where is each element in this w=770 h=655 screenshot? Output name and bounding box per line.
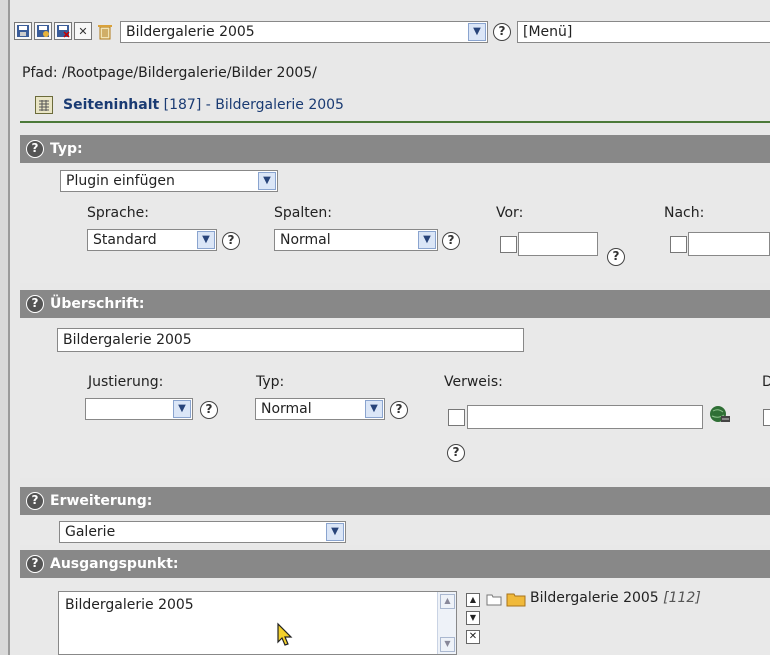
help-icon[interactable]: ? (447, 444, 465, 462)
page-select[interactable]: Bildergalerie 2005 ▼ (120, 21, 488, 43)
vor-input[interactable] (518, 232, 598, 256)
toolbar: ✕ Bildergalerie 2005 ▼ ? [Menü] (10, 10, 770, 50)
record-title-bar: Seiteninhalt [187] - Bildergalerie 2005 (20, 93, 770, 123)
chevron-down-icon: ▼ (326, 523, 344, 541)
help-icon[interactable]: ? (26, 555, 44, 573)
section-header-erweiterung: ? Erweiterung: (20, 487, 770, 515)
record-title-rest: [187] - Bildergalerie 2005 (159, 97, 344, 113)
save-icon[interactable] (14, 22, 32, 40)
help-icon[interactable]: ? (26, 492, 44, 510)
chevron-down-icon: ▼ (258, 172, 276, 190)
erweiterung-select[interactable]: Galerie ▼ (59, 521, 346, 543)
help-icon[interactable]: ? (26, 140, 44, 158)
link-wizard-icon[interactable] (708, 404, 734, 426)
help-icon[interactable]: ? (442, 232, 460, 250)
move-up-button[interactable]: ▲ (466, 593, 480, 607)
section-title-typ: Typ: (50, 141, 83, 157)
chevron-down-icon: ▼ (197, 231, 215, 249)
header-typ-select[interactable]: Normal ▼ (255, 398, 385, 420)
header-typ-value: Normal (261, 401, 312, 417)
close-icon[interactable]: ✕ (74, 22, 92, 40)
save-view-icon[interactable] (34, 22, 52, 40)
vor-label: Vor: (496, 205, 524, 221)
date-checkbox-cutoff[interactable] (763, 409, 770, 426)
section-title-ueberschrift: Überschrift: (50, 296, 145, 312)
heading-input[interactable]: Bildergalerie 2005 (57, 328, 524, 352)
help-icon[interactable]: ? (200, 401, 218, 419)
menu-select[interactable]: [Menü] (517, 21, 770, 43)
move-down-button[interactable]: ▼ (466, 611, 480, 625)
list-item[interactable]: Bildergalerie 2005 (65, 597, 194, 613)
vor-checkbox[interactable] (500, 236, 517, 253)
help-icon[interactable]: ? (607, 248, 625, 266)
justierung-label: Justierung: (88, 374, 164, 390)
save-close-icon[interactable] (54, 22, 72, 40)
page-icon (486, 592, 502, 606)
help-icon[interactable]: ? (222, 232, 240, 250)
selected-items-list[interactable]: Bildergalerie 2005 ▲ ▼ (58, 591, 457, 655)
nach-input[interactable] (688, 232, 770, 256)
date-label-cutoff: D (762, 374, 770, 390)
sprache-value: Standard (93, 232, 157, 248)
folder-icon (506, 591, 526, 607)
content-type-value: Plugin einfügen (66, 173, 175, 189)
tree-item[interactable]: Bildergalerie 2005 [112] (530, 590, 701, 606)
record-title: Seiteninhalt [187] - Bildergalerie 2005 (63, 97, 344, 113)
sprache-select[interactable]: Standard ▼ (87, 229, 217, 251)
chevron-down-icon: ▼ (468, 23, 486, 41)
section-header-ausgangspunkt: ? Ausgangspunkt: (20, 550, 770, 578)
content-type-select[interactable]: Plugin einfügen ▼ (60, 170, 278, 192)
verweis-checkbox[interactable] (448, 409, 465, 426)
content-element-icon (35, 96, 53, 114)
header-typ-label: Typ: (256, 374, 285, 390)
tree-item-id: [112] (663, 590, 701, 606)
record-title-bold: Seiteninhalt (63, 97, 160, 113)
chevron-down-icon: ▼ (173, 400, 191, 418)
mouse-cursor-icon (276, 622, 296, 648)
breadcrumb-path: Pfad: /Rootpage/Bildergalerie/Bilder 200… (22, 65, 317, 81)
verweis-label: Verweis: (444, 374, 503, 390)
section-title-erweiterung: Erweiterung: (50, 493, 153, 509)
verweis-input[interactable] (467, 405, 703, 429)
spalten-label: Spalten: (274, 205, 332, 221)
page-select-value: Bildergalerie 2005 (126, 24, 255, 40)
list-scrollbar[interactable]: ▲ ▼ (437, 592, 456, 654)
help-icon[interactable]: ? (390, 401, 408, 419)
section-title-ausgangspunkt: Ausgangspunkt: (50, 556, 179, 572)
delete-icon[interactable] (96, 22, 114, 40)
section-header-ueberschrift: ? Überschrift: (20, 290, 770, 318)
tree-item-label: Bildergalerie 2005 (530, 590, 659, 606)
section-header-typ: ? Typ: (20, 135, 770, 163)
help-icon[interactable]: ? (26, 295, 44, 313)
spalten-select[interactable]: Normal ▼ (274, 229, 438, 251)
left-border (0, 0, 10, 655)
chevron-down-icon: ▼ (418, 231, 436, 249)
nach-label: Nach: (664, 205, 705, 221)
erweiterung-value: Galerie (65, 524, 116, 540)
spalten-value: Normal (280, 232, 331, 248)
help-icon[interactable]: ? (493, 23, 511, 41)
chevron-down-icon: ▼ (365, 400, 383, 418)
menu-select-value: [Menü] (523, 24, 573, 40)
remove-item-button[interactable]: ✕ (466, 630, 480, 644)
justierung-select[interactable]: ▼ (85, 398, 193, 420)
heading-input-value: Bildergalerie 2005 (63, 332, 192, 348)
sprache-label: Sprache: (87, 205, 150, 221)
nach-checkbox[interactable] (670, 236, 687, 253)
